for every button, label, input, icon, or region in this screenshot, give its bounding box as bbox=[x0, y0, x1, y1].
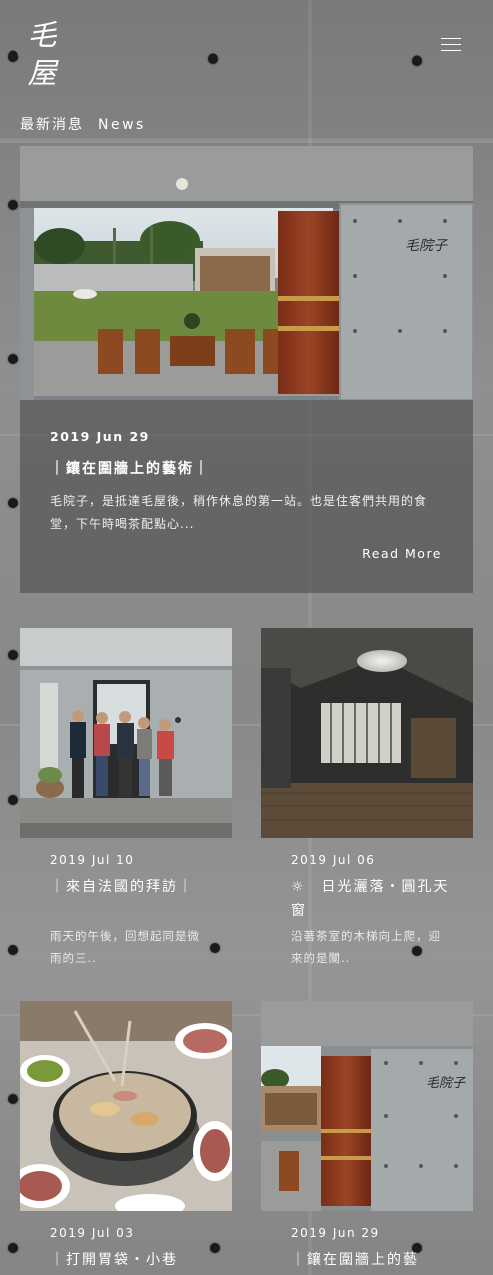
featured-post-card[interactable]: 毛院子 2019 Jun 29 ｜鑲在圍牆上的藝術｜ 毛院子，是抵達毛屋後，稍作… bbox=[20, 146, 473, 593]
wall-tie-hole bbox=[208, 54, 218, 64]
post-title[interactable]: ｜來自法國的拜訪｜ bbox=[50, 875, 210, 899]
wall-tie-hole bbox=[8, 52, 18, 62]
post-excerpt: 沿著茶室的木梯向上爬，迎來的是闃.. bbox=[291, 929, 441, 965]
post-title[interactable]: ｜打開胃袋・小巷 bbox=[50, 1248, 210, 1272]
courtyard-door-photo: 毛院子 bbox=[261, 1001, 473, 1211]
post-card[interactable]: 2019 Jul 06 ☼ 日光灑落・圓孔天窗 沿著茶室的木梯向上爬，迎來的是闃… bbox=[261, 628, 473, 965]
wall-tie-hole bbox=[8, 945, 18, 955]
logo-char: 屋 bbox=[27, 56, 57, 90]
courtyard-sign-text: 毛院子 bbox=[405, 238, 448, 254]
post-thumbnail[interactable]: 毛院子 bbox=[261, 1001, 473, 1211]
post-date: 2019 Jul 03 bbox=[50, 1226, 135, 1240]
post-date: 2019 Jun 29 bbox=[291, 1226, 380, 1240]
wall-tie-hole bbox=[8, 1243, 18, 1253]
post-title[interactable]: ｜鑲在圍牆上的藝 bbox=[291, 1248, 451, 1272]
group-photo bbox=[20, 628, 232, 838]
post-date: 2019 Jul 10 bbox=[50, 853, 135, 867]
post-excerpt: 雨天的午後，回想起同是微雨的三.. bbox=[50, 929, 200, 965]
wall-tie-hole bbox=[8, 354, 18, 364]
wall-tie-hole bbox=[8, 498, 18, 508]
post-card[interactable]: 2019 Jul 03 ｜打開胃袋・小巷 bbox=[20, 1001, 232, 1268]
logo-char: 毛 bbox=[27, 18, 57, 52]
wall-tie-hole bbox=[210, 1243, 220, 1253]
featured-post-excerpt: 毛院子，是抵達毛屋後，稍作休息的第一站。也是住客們共用的食堂，下午時喝茶配點心.… bbox=[50, 494, 428, 531]
wall-tie-hole bbox=[210, 943, 220, 953]
post-date: 2019 Jul 06 bbox=[291, 853, 376, 867]
hamburger-menu-icon[interactable] bbox=[441, 38, 461, 54]
wall-tie-hole bbox=[8, 650, 18, 660]
section-title-zh: 最新消息 bbox=[20, 117, 84, 133]
featured-post-title[interactable]: ｜鑲在圍牆上的藝術｜ bbox=[50, 458, 210, 478]
wall-tie-hole bbox=[8, 795, 18, 805]
wall-tie-hole bbox=[8, 1094, 18, 1104]
featured-post-date: 2019 Jun 29 bbox=[50, 429, 150, 444]
courtyard-sign-text: 毛院子 bbox=[426, 1075, 466, 1091]
section-title-en: News bbox=[98, 117, 146, 133]
site-logo[interactable]: 毛 屋 bbox=[22, 16, 62, 92]
post-thumbnail[interactable] bbox=[20, 628, 232, 838]
featured-post-photo[interactable]: 毛院子 bbox=[20, 146, 473, 400]
post-thumbnail[interactable] bbox=[20, 1001, 232, 1211]
attic-photo bbox=[261, 628, 473, 838]
wall-seam bbox=[0, 138, 493, 140]
section-title: 最新消息 News bbox=[20, 114, 146, 134]
wall-tie-hole bbox=[412, 56, 422, 66]
read-more-link[interactable]: Read More bbox=[362, 546, 442, 561]
post-card[interactable]: 毛院子 2019 Jun 29 ｜鑲在圍牆上的藝 bbox=[261, 1001, 473, 1268]
post-thumbnail[interactable] bbox=[261, 628, 473, 838]
post-card[interactable]: 2019 Jul 10 ｜來自法國的拜訪｜ 雨天的午後，回想起同是微雨的三.. bbox=[20, 628, 232, 965]
post-title[interactable]: ☼ 日光灑落・圓孔天窗 bbox=[291, 875, 451, 923]
wall-tie-hole bbox=[8, 200, 18, 210]
hotpot-photo bbox=[20, 1001, 232, 1211]
courtyard-photo: 毛院子 bbox=[20, 146, 473, 400]
